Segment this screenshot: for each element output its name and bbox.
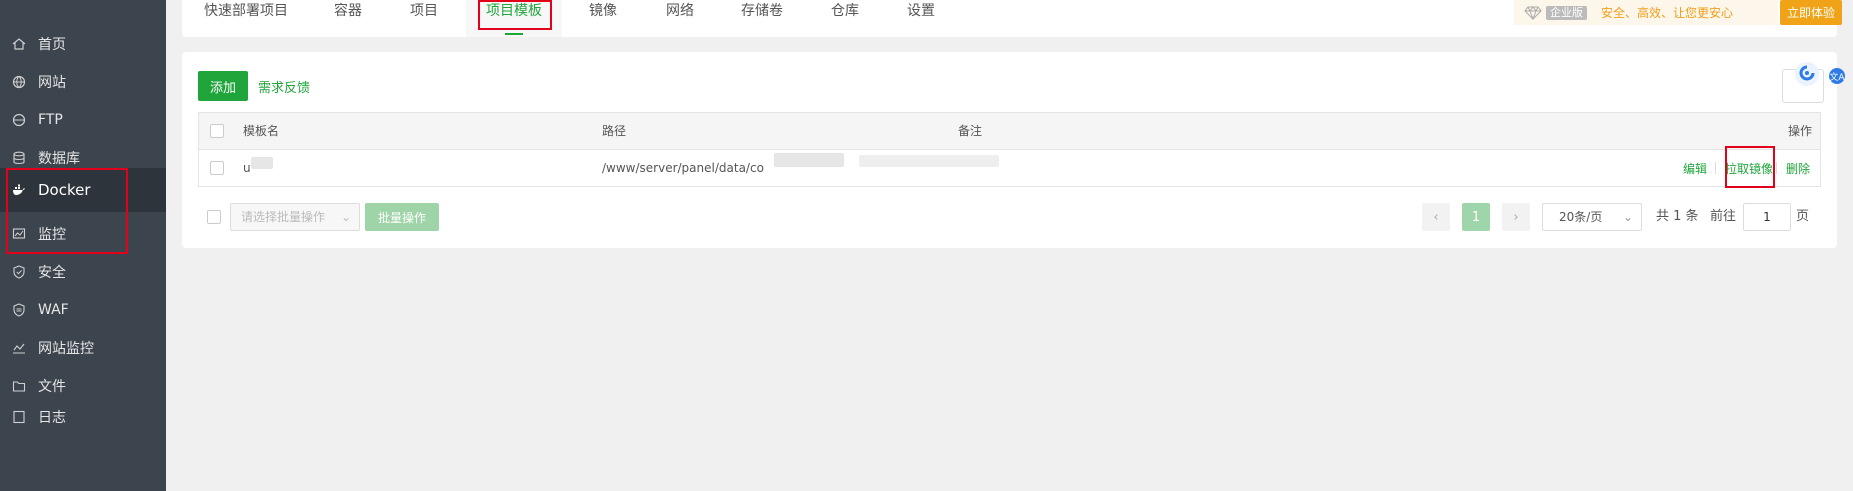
- ftp-icon: [12, 113, 26, 127]
- tab-registry[interactable]: 仓库: [831, 0, 859, 37]
- diamond-icon: [1524, 5, 1542, 20]
- next-page-button[interactable]: ›: [1502, 203, 1530, 231]
- page-size-select[interactable]: 20条/页 ⌄: [1542, 203, 1642, 231]
- row-checkbox[interactable]: [210, 161, 224, 175]
- tab-projects[interactable]: 项目: [410, 0, 438, 37]
- goto-suffix: 页: [1796, 209, 1810, 224]
- waf-icon: [12, 303, 26, 317]
- tab-quick-deploy[interactable]: 快速部署项目: [204, 0, 288, 37]
- sidebar-item-label: 数据库: [38, 151, 80, 167]
- table-row: u /www/server/panel/data/co 编辑 拉取镜像 删除: [199, 150, 1820, 186]
- sidebar-item-label: 监控: [38, 227, 66, 243]
- total-count: 共 1 条: [1656, 209, 1699, 224]
- sidebar-item-label: 文件: [38, 379, 66, 395]
- sidebar-item-label: 日志: [38, 410, 66, 426]
- header-action: 操作: [1787, 124, 1812, 138]
- floating-assistant[interactable]: 文A: [1795, 62, 1853, 92]
- page-number-button[interactable]: 1: [1462, 203, 1490, 231]
- enterprise-badge: 企业版: [1546, 5, 1587, 20]
- tab-volumes[interactable]: 存储卷: [741, 0, 783, 37]
- database-icon: [12, 151, 26, 165]
- try-now-button[interactable]: 立即体验: [1780, 0, 1842, 25]
- page-size-value: 20条/页: [1559, 210, 1603, 224]
- redacted-path-tail: [859, 155, 999, 167]
- template-name: u: [243, 161, 251, 175]
- footer-select-checkbox[interactable]: [207, 210, 221, 224]
- feedback-link[interactable]: 需求反馈: [258, 77, 310, 96]
- shield-icon: [12, 265, 26, 279]
- tab-networks[interactable]: 网络: [666, 0, 694, 37]
- select-all-checkbox[interactable]: [210, 124, 224, 138]
- tab-containers[interactable]: 容器: [334, 0, 362, 37]
- active-tab-indicator: [505, 33, 523, 35]
- translate-icon: 文A: [1829, 68, 1845, 84]
- chevron-down-icon: ⌄: [1622, 210, 1633, 224]
- goto-prefix: 前往: [1710, 209, 1737, 224]
- header-remark: 备注: [958, 124, 983, 138]
- tab-settings[interactable]: 设置: [907, 0, 935, 37]
- batch-operation-button[interactable]: 批量操作: [365, 203, 439, 231]
- sidebar-item-label: FTP: [38, 112, 63, 128]
- assistant-icon: [1795, 62, 1819, 86]
- redacted-path: [774, 153, 844, 167]
- sidebar-item-docker[interactable]: Docker: [0, 168, 166, 212]
- sidebar-item-label: 网站监控: [38, 341, 94, 357]
- sidebar: 首页 网站 FTP 数据库 Docker 监控 安全 WAF 网站监控 文件 日…: [0, 0, 166, 491]
- folder-icon: [12, 379, 26, 393]
- logo: [0, 0, 166, 10]
- sidebar-item-label: 首页: [38, 37, 66, 53]
- sidebar-item-logs[interactable]: 日志: [0, 402, 166, 432]
- goto-page-input[interactable]: 1: [1743, 203, 1791, 231]
- promo-slogan: 安全、高效、让您更安心: [1601, 6, 1734, 20]
- redacted-name: [251, 157, 273, 169]
- docker-icon: [12, 183, 26, 197]
- chevron-down-icon: ⌄: [340, 210, 351, 224]
- edit-link[interactable]: 编辑: [1683, 160, 1707, 177]
- pull-image-link[interactable]: 拉取镜像: [1725, 160, 1773, 177]
- tab-project-templates[interactable]: 项目模板: [466, 0, 562, 37]
- sidebar-item-label: 安全: [38, 265, 66, 281]
- site-monitor-icon: [12, 341, 26, 355]
- sidebar-item-label: WAF: [38, 302, 69, 318]
- template-table: 模板名 路径 备注 操作 u /www/server/panel/data/co…: [198, 112, 1821, 187]
- enterprise-promo[interactable]: 企业版 安全、高效、让您更安心: [1514, 0, 1778, 25]
- tab-images[interactable]: 镜像: [589, 0, 617, 37]
- chevron-left-icon: ‹: [1433, 209, 1439, 225]
- home-icon: [12, 37, 26, 51]
- sidebar-item-label: Docker: [38, 181, 91, 199]
- globe-icon: [12, 75, 26, 89]
- header-path: 路径: [602, 124, 627, 138]
- delete-link[interactable]: 删除: [1786, 160, 1810, 177]
- batch-operation-select[interactable]: 请选择批量操作 ⌄: [230, 203, 360, 231]
- sidebar-item-label: 网站: [38, 75, 66, 91]
- batch-operation-placeholder: 请选择批量操作: [241, 210, 326, 224]
- action-separator: [1776, 162, 1777, 174]
- template-path: /www/server/panel/data/co: [602, 161, 764, 175]
- prev-page-button[interactable]: ‹: [1422, 203, 1450, 231]
- chevron-right-icon: ›: [1513, 209, 1519, 225]
- table-header: 模板名 路径 备注 操作: [199, 113, 1820, 150]
- log-icon: [12, 410, 26, 424]
- action-separator: [1715, 162, 1716, 174]
- header-name: 模板名: [243, 124, 280, 138]
- add-button[interactable]: 添加: [198, 71, 248, 101]
- monitor-icon: [12, 227, 26, 241]
